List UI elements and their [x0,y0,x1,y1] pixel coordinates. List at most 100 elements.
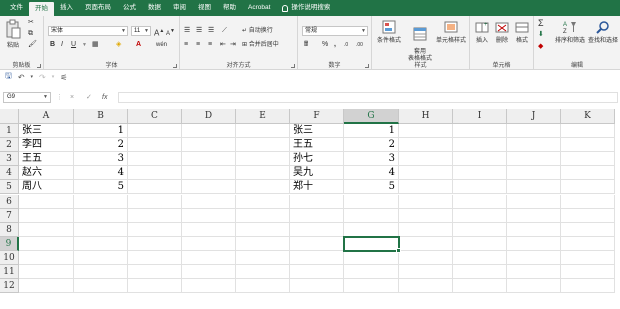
cell-i8[interactable] [453,222,507,237]
fill-handle[interactable] [396,247,401,253]
cell-j1[interactable] [507,124,561,139]
tab-data[interactable]: 数据 [142,0,167,16]
select-all-corner[interactable] [0,109,19,124]
cell-e5[interactable] [236,180,290,195]
cell-k1[interactable] [561,124,615,139]
cell-b10[interactable] [74,250,128,265]
find-select-button[interactable]: 查找和选择 [587,20,619,44]
cell-e4[interactable] [236,166,290,181]
cell-c3[interactable] [128,152,182,167]
cell-d11[interactable] [182,265,236,280]
cell-a7[interactable] [19,208,74,223]
cell-e7[interactable] [236,208,290,223]
cell-f8[interactable] [290,222,344,237]
bold-button[interactable]: B [50,40,55,50]
column-header-e[interactable]: E [236,109,290,124]
insert-cells-button[interactable]: + 插入 [472,20,492,44]
undo-dropdown-icon[interactable]: ▾ [31,74,34,80]
cell-h12[interactable] [399,279,453,294]
cell-i5[interactable] [453,180,507,195]
cell-e2[interactable] [236,138,290,153]
increase-indent-icon[interactable]: ⇥ [230,40,236,50]
cell-j6[interactable] [507,194,561,209]
cell-f4[interactable]: 吴九 [290,166,344,181]
percent-button[interactable]: % [322,40,328,50]
cell-k9[interactable] [561,236,615,251]
cell-h4[interactable] [399,166,453,181]
tab-help[interactable]: 帮助 [217,0,242,16]
redo-icon[interactable]: ↷ [39,73,46,82]
row-header-8[interactable]: 8 [0,222,19,237]
cell-b5[interactable]: 5 [74,180,128,195]
cell-a4[interactable]: 赵六 [19,166,74,181]
cell-k2[interactable] [561,138,615,153]
cell-b4[interactable]: 4 [74,166,128,181]
delete-cells-button[interactable]: 删除 [492,20,512,44]
clear-icon[interactable]: ◆ [538,42,543,52]
cell-g6[interactable] [344,194,399,209]
cell-a8[interactable] [19,222,74,237]
row-header-7[interactable]: 7 [0,208,19,223]
cell-f1[interactable]: 张三 [290,124,344,139]
cell-j2[interactable] [507,138,561,153]
cell-d5[interactable] [182,180,236,195]
cell-g5[interactable]: 5 [344,180,399,195]
align-center-icon[interactable]: ≡ [196,40,200,50]
column-header-a[interactable]: A [19,109,74,124]
tab-acrobat[interactable]: Acrobat [242,0,276,16]
decrease-indent-icon[interactable]: ⇤ [220,40,226,50]
cell-j10[interactable] [507,250,561,265]
cell-i1[interactable] [453,124,507,139]
formula-input[interactable] [118,92,618,103]
column-header-j[interactable]: J [507,109,561,124]
cell-i2[interactable] [453,138,507,153]
cell-g8[interactable] [344,222,399,237]
column-header-c[interactable]: C [128,109,182,124]
column-header-b[interactable]: B [74,109,128,124]
chevron-down-icon[interactable]: ▼ [82,40,87,50]
cell-k5[interactable] [561,180,615,195]
align-top-icon[interactable]: ☰ [184,26,190,36]
cell-f5[interactable]: 郑十 [290,180,344,195]
cell-h5[interactable] [399,180,453,195]
cell-c7[interactable] [128,208,182,223]
column-header-i[interactable]: I [453,109,507,124]
format-painter-icon[interactable]: 🖌 [28,40,37,50]
cell-c8[interactable] [128,222,182,237]
row-header-6[interactable]: 6 [0,194,19,209]
format-as-table-button[interactable]: 套用 表格格式 [406,20,434,63]
cell-k3[interactable] [561,152,615,167]
cell-d2[interactable] [182,138,236,153]
column-header-d[interactable]: D [182,109,236,124]
cell-a12[interactable] [19,279,74,294]
cell-b2[interactable]: 2 [74,138,128,153]
cell-k8[interactable] [561,222,615,237]
cell-j9[interactable] [507,236,561,251]
cell-i9[interactable] [453,236,507,251]
merge-center-button[interactable]: ⊞ 合并后居中 [242,40,279,50]
cell-b1[interactable]: 1 [74,124,128,139]
cell-d3[interactable] [182,152,236,167]
cell-c4[interactable] [128,166,182,181]
tab-home[interactable]: 开始 [29,2,54,16]
cell-b7[interactable] [74,208,128,223]
cell-i10[interactable] [453,250,507,265]
shrink-font-button[interactable]: A▼ [166,26,175,39]
font-name-select[interactable]: 宋体 ▼ [48,26,128,36]
cell-f7[interactable] [290,208,344,223]
row-header-4[interactable]: 4 [0,166,19,181]
cell-d1[interactable] [182,124,236,139]
align-middle-icon[interactable]: ☰ [196,26,202,36]
cell-h2[interactable] [399,138,453,153]
cell-a1[interactable]: 张三 [19,124,74,139]
align-left-icon[interactable]: ≡ [184,40,188,50]
font-launcher-icon[interactable] [173,64,177,68]
fill-color-icon[interactable]: ◈ [116,40,121,50]
tab-view[interactable]: 视图 [192,0,217,16]
cell-d7[interactable] [182,208,236,223]
cell-f6[interactable] [290,194,344,209]
tell-me-search[interactable]: 操作说明搜索 [276,0,336,16]
cell-i11[interactable] [453,265,507,280]
row-header-2[interactable]: 2 [0,138,19,153]
cell-d12[interactable] [182,279,236,294]
